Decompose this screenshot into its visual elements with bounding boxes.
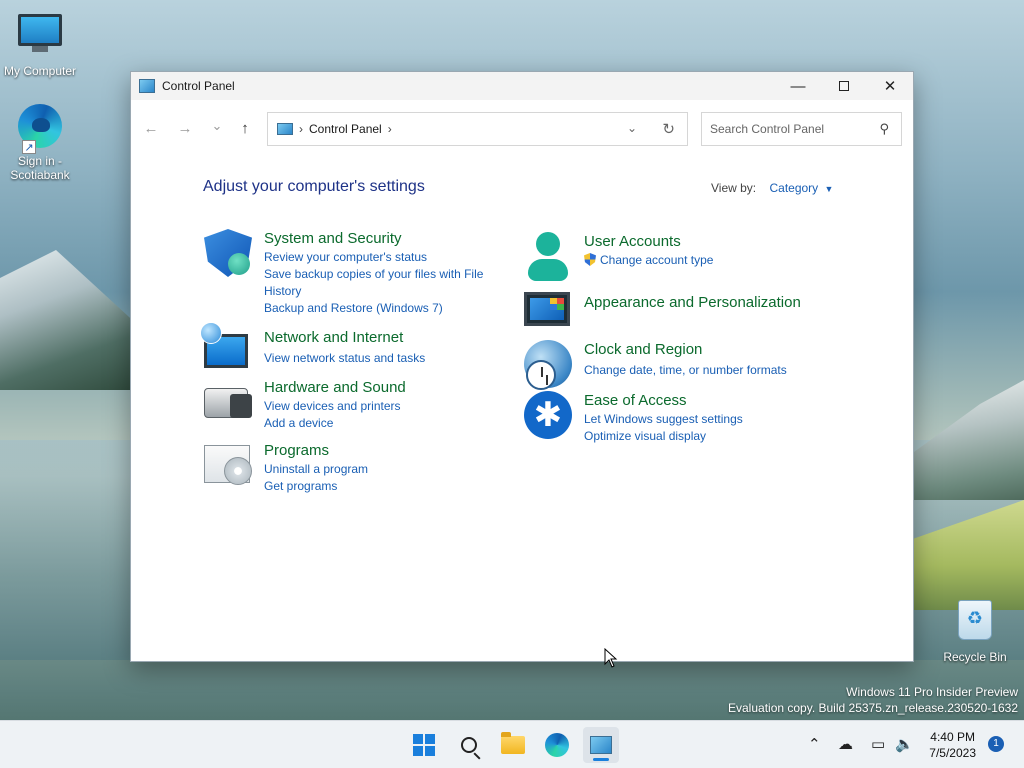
clock-date: 7/5/2023 [929, 746, 976, 760]
link-change-account-type[interactable]: Change account type [600, 253, 713, 267]
maximize-button[interactable] [821, 72, 867, 100]
link-network-status[interactable]: View network status and tasks [264, 350, 504, 367]
breadcrumb-control-panel[interactable]: Control Panel [309, 122, 382, 136]
shield-check-dot [228, 253, 250, 275]
chevron-right-icon[interactable]: › [388, 122, 392, 136]
control-panel-window: Control Panel — ✕ ← → ⌄ ↑ › Control Pane… [130, 71, 914, 662]
edge-icon: ↗ [16, 104, 64, 154]
clock-time: 4:40 PM [930, 730, 975, 744]
link-devices-printers[interactable]: View devices and printers [264, 398, 504, 415]
chevron-down-icon[interactable]: ⌄ [627, 121, 637, 135]
desktop-icon-scotiabank[interactable]: ↗ Sign in - Scotiabank [0, 104, 80, 182]
disc-icon [224, 457, 252, 485]
chevron-right-icon[interactable]: › [299, 122, 303, 136]
file-explorer-button[interactable] [499, 731, 527, 759]
link-suggest-settings[interactable]: Let Windows suggest settings [584, 411, 844, 428]
minimize-button[interactable]: — [775, 72, 821, 100]
navigation-bar: ← → ⌄ ↑ › Control Panel › ⌄ ↻ ⚲ [131, 112, 913, 146]
control-panel-icon [277, 123, 293, 135]
recycle-bin-icon: ♻ [951, 600, 999, 648]
window-title: Control Panel [162, 79, 235, 93]
link-file-history[interactable]: Save backup copies of your files with Fi… [264, 266, 494, 300]
volume-icon[interactable]: 🔈 [895, 735, 914, 753]
active-app-indicator [593, 758, 609, 761]
speaker-icon [230, 394, 252, 418]
search-icon[interactable]: ⚲ [879, 121, 889, 137]
back-button[interactable]: ← [141, 120, 161, 137]
link-backup-restore[interactable]: Backup and Restore (Windows 7) [264, 300, 494, 317]
link-date-time-formats[interactable]: Change date, time, or number formats [584, 362, 844, 379]
globe-icon [200, 322, 222, 344]
control-panel-icon [590, 736, 612, 754]
link-review-status[interactable]: Review your computer's status [264, 249, 494, 266]
desktop-icon-recycle-bin[interactable]: ♻ Recycle Bin [935, 596, 1015, 664]
desktop-icon-label: Sign in - Scotiabank [10, 154, 70, 182]
windows-logo-icon [413, 734, 435, 756]
desktop-icon-label: My Computer [3, 64, 77, 78]
page-heading: Adjust your computer's settings [203, 178, 425, 195]
view-by: View by: Category ▼ [711, 181, 833, 195]
taskbar-clock[interactable]: 4:40 PM 7/5/2023 [929, 729, 976, 761]
desktop-icon-my-computer[interactable]: My Computer [0, 10, 80, 78]
clock-globe-icon[interactable] [524, 340, 572, 390]
category-title-hardware[interactable]: Hardware and Sound [264, 378, 504, 398]
category-title-system-security[interactable]: System and Security [264, 229, 494, 249]
search-box[interactable]: ⚲ [701, 112, 902, 146]
category-title-network[interactable]: Network and Internet [264, 328, 504, 348]
computer-icon [16, 14, 64, 62]
notification-badge[interactable]: 1 [988, 736, 1004, 752]
category-title-ease-of-access[interactable]: Ease of Access [584, 391, 844, 411]
mouse-cursor-icon [604, 648, 618, 668]
control-panel-icon [139, 79, 155, 93]
search-input[interactable] [710, 122, 870, 136]
desktop-icon-label: Recycle Bin [943, 650, 1007, 664]
up-button[interactable]: ↑ [235, 120, 255, 137]
edge-icon [545, 733, 569, 757]
wallpaper-mountain [0, 250, 140, 390]
taskbar: ⌃ ☁ ▭ 🔈 4:40 PM 7/5/2023 1 [0, 720, 1024, 768]
evaluation-watermark: Windows 11 Pro Insider Preview Evaluatio… [728, 684, 1018, 716]
link-optimize-display[interactable]: Optimize visual display [584, 428, 844, 445]
link-get-programs[interactable]: Get programs [264, 478, 504, 495]
link-change-account-type-row[interactable]: Change account type [584, 252, 824, 269]
category-title-user-accounts[interactable]: User Accounts [584, 232, 824, 252]
maximize-icon [839, 81, 849, 91]
monitor-icon[interactable] [524, 292, 570, 326]
link-uninstall-program[interactable]: Uninstall a program [264, 461, 504, 478]
search-icon [461, 737, 477, 753]
dropdown-arrow-icon[interactable]: ▼ [825, 184, 834, 194]
edge-button[interactable] [543, 731, 571, 759]
shortcut-arrow-icon: ↗ [22, 140, 36, 154]
uac-shield-icon [584, 253, 596, 266]
show-hidden-icons-button[interactable]: ⌃ [808, 735, 821, 753]
link-add-device[interactable]: Add a device [264, 415, 504, 432]
view-by-dropdown[interactable]: Category [769, 181, 818, 195]
network-icon[interactable]: ▭ [871, 735, 885, 753]
wallpaper-mountain-right [914, 380, 1024, 500]
address-bar[interactable]: › Control Panel › ⌄ ↻ [267, 112, 688, 146]
category-title-clock-region[interactable]: Clock and Region [584, 340, 844, 360]
recent-locations-button[interactable]: ⌄ [207, 118, 227, 134]
folder-icon [501, 732, 525, 754]
watermark-line1: Windows 11 Pro Insider Preview [846, 685, 1018, 699]
start-button[interactable] [410, 731, 438, 759]
user-icon[interactable] [524, 232, 572, 281]
refresh-icon[interactable]: ↻ [662, 120, 675, 138]
onedrive-offline-icon[interactable]: ☁ [838, 735, 853, 753]
category-title-programs[interactable]: Programs [264, 441, 504, 461]
title-bar[interactable]: Control Panel — ✕ [131, 72, 913, 100]
forward-button[interactable]: → [175, 120, 195, 137]
view-by-label: View by: [711, 181, 757, 195]
close-button[interactable]: ✕ [867, 72, 913, 100]
clock-face [526, 360, 556, 390]
taskbar-search-button[interactable] [455, 731, 483, 759]
accessibility-icon[interactable]: ✱ [524, 391, 572, 439]
watermark-line2: Evaluation copy. Build 25375.zn_release.… [728, 701, 1018, 715]
category-title-appearance[interactable]: Appearance and Personalization [584, 293, 844, 313]
